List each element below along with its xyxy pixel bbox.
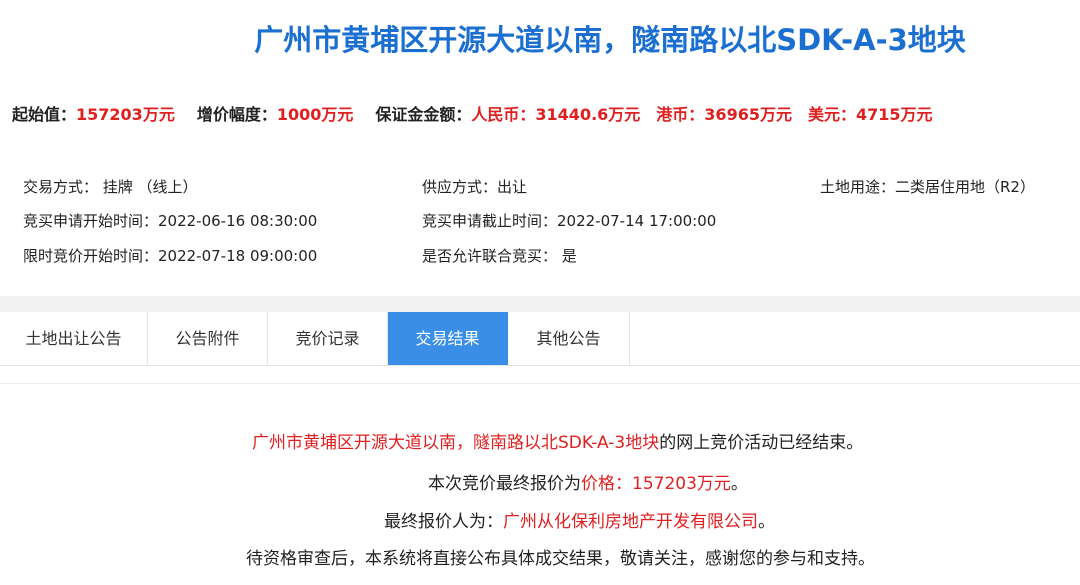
result-line-1: 广州市黄埔区开源大道以南，隧南路以北SDK-A-3地块的网上竞价活动已经结束。 <box>252 430 863 456</box>
result-line-2: 本次竞价最终报价为价格：157203万元。 <box>428 471 748 497</box>
tab-bar: 土地出让公告 公告附件 竞价记录 交易结果 其他公告 <box>0 312 1080 366</box>
trade-mode: 交易方式： 挂牌 （线上） <box>23 178 198 196</box>
result-line-3-end: 。 <box>758 512 775 532</box>
deposit-label: 保证金金额： <box>375 105 472 124</box>
supply-mode: 供应方式：出让 <box>422 178 528 196</box>
apply-end-time: 竞买申请截止时间：2022-07-14 17:00:00 <box>422 212 717 230</box>
tab-land-transfer-notice[interactable]: 土地出让公告 <box>0 312 148 365</box>
result-parcel-name: 广州市黄埔区开源大道以南，隧南路以北SDK-A-3地块 <box>252 433 660 453</box>
joint-bid-allowed: 是否允许联合竞买： 是 <box>422 247 577 265</box>
final-price: 价格：157203万元 <box>581 474 731 494</box>
tab-notice-attachments[interactable]: 公告附件 <box>148 312 268 365</box>
land-use: 土地用途：二类居住用地（R2） <box>820 178 1035 196</box>
start-price-value: 157203万元 <box>76 105 175 124</box>
result-line-3: 最终报价人为：广州从化保利房地产开发有限公司。 <box>384 509 775 535</box>
result-line-2-text: 本次竞价最终报价为 <box>428 474 581 494</box>
price-row: 起始值：157203万元 增价幅度：1000万元 保证金金额：人民币：31440.6… <box>12 103 933 127</box>
increment-label: 增价幅度： <box>196 105 277 124</box>
result-line-2-end: 。 <box>730 474 748 494</box>
start-price-label: 起始值： <box>12 105 77 124</box>
apply-start-time: 竞买申请开始时间：2022-06-16 08:30:00 <box>23 212 318 230</box>
result-line-3-text: 最终报价人为： <box>384 512 503 532</box>
tab-bid-records[interactable]: 竞价记录 <box>268 312 388 365</box>
tab-other-notices[interactable]: 其他公告 <box>508 312 630 365</box>
deposit-hkd-value: 港币：36965万元 <box>656 105 792 124</box>
content-divider <box>0 383 1080 384</box>
increment-value: 1000万元 <box>276 105 354 124</box>
final-bidder: 广州从化保利房地产开发有限公司 <box>503 512 758 532</box>
deposit-rmb-value: 人民币：31440.6万元 <box>471 105 641 124</box>
result-line-4: 待资格审查后，本系统将直接公布具体成交结果，敬请关注，感谢您的参与和支持。 <box>246 549 875 569</box>
result-line-1-text: 的网上竞价活动已经结束。 <box>659 433 864 453</box>
page-title: 广州市黄埔区开源大道以南，隧南路以北SDK-A-3地块 <box>254 23 966 57</box>
auction-start-time: 限时竞价开始时间：2022-07-18 09:00:00 <box>23 247 318 265</box>
tab-trade-result[interactable]: 交易结果 <box>388 312 508 365</box>
deposit-usd-value: 美元：4715万元 <box>807 105 933 124</box>
section-divider <box>0 296 1080 312</box>
